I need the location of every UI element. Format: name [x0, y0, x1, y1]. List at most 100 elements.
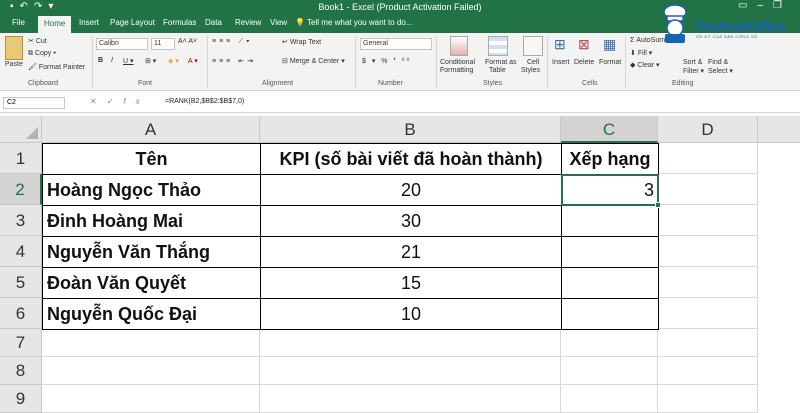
- cell-d3[interactable]: [658, 205, 758, 236]
- tab-insert[interactable]: Insert: [79, 18, 99, 27]
- cell-c7[interactable]: [561, 329, 658, 357]
- cell-d1[interactable]: [658, 143, 758, 174]
- tab-formulas[interactable]: Formulas: [163, 18, 196, 27]
- row-header-6[interactable]: 6: [0, 298, 42, 329]
- fill-button[interactable]: ⬇ Fill ▾: [630, 49, 652, 57]
- cell-c4[interactable]: [561, 236, 659, 268]
- find-select-button[interactable]: Find &: [708, 59, 728, 66]
- conditional-formatting-icon[interactable]: [450, 36, 468, 56]
- cell-d5[interactable]: [658, 267, 758, 298]
- cell-c9[interactable]: [561, 385, 658, 413]
- row-header-4[interactable]: 4: [0, 236, 42, 267]
- cell-a1[interactable]: Tên: [42, 143, 261, 175]
- tab-file[interactable]: File: [12, 18, 25, 27]
- paste-button[interactable]: Paste: [5, 61, 23, 68]
- sort-filter-button[interactable]: Sort &: [683, 59, 702, 66]
- insert-cells-button[interactable]: Insert: [552, 59, 570, 66]
- spreadsheet-grid[interactable]: A B C D 1 2 3 4 5 6 7 8 9 Tên KPI (số bà…: [0, 116, 800, 413]
- formula-bar-icons[interactable]: ✕✓fx: [90, 97, 150, 106]
- row-header-7[interactable]: 7: [0, 329, 42, 357]
- number-format-icons[interactable]: $ ▾ % ❜ ⁰⁰: [362, 57, 411, 65]
- vertical-align-icons[interactable]: ≡≡≡ ⟋▾: [212, 38, 253, 46]
- cell-c3[interactable]: [561, 205, 659, 237]
- cell-styles-icon[interactable]: [523, 36, 543, 56]
- copy-button[interactable]: ⧉ Copy ▾: [28, 50, 56, 58]
- cell-a5[interactable]: Đoàn Văn Quyết: [42, 267, 261, 299]
- number-format-select[interactable]: General: [360, 38, 432, 50]
- formula-input[interactable]: =RANK(B2,$B$2:$B$7,0): [165, 98, 244, 105]
- paste-icon[interactable]: [5, 36, 23, 60]
- cell-a7[interactable]: [42, 329, 260, 357]
- cell-b6[interactable]: 10: [260, 298, 562, 330]
- cell-b1[interactable]: KPI (số bài viết đã hoàn thành): [260, 143, 562, 175]
- row-header-2[interactable]: 2: [0, 174, 42, 205]
- cell-c8[interactable]: [561, 357, 658, 385]
- row-header-1[interactable]: 1: [0, 143, 42, 174]
- enter-icon[interactable]: ✓: [107, 97, 124, 106]
- column-header-b[interactable]: B: [260, 116, 561, 143]
- wrap-text-button[interactable]: ↵ Wrap Text: [282, 38, 321, 46]
- fx-icon[interactable]: fx: [123, 97, 149, 106]
- italic-button[interactable]: I: [111, 57, 113, 64]
- row-header-5[interactable]: 5: [0, 267, 42, 298]
- cell-a2[interactable]: Hoàng Ngọc Thảo: [42, 174, 261, 206]
- cell-d4[interactable]: [658, 236, 758, 267]
- cell-d2[interactable]: [658, 174, 758, 205]
- cell-a8[interactable]: [42, 357, 260, 385]
- fill-color-icon[interactable]: ◈ ▾: [168, 57, 179, 65]
- tab-data[interactable]: Data: [205, 18, 222, 27]
- format-painter-button[interactable]: 🖌 Format Painter: [28, 63, 85, 71]
- find-select-label-2[interactable]: Select ▾: [708, 67, 733, 75]
- tab-page-layout[interactable]: Page Layout: [110, 18, 155, 27]
- tab-home[interactable]: Home: [38, 16, 72, 33]
- column-header-a[interactable]: A: [42, 116, 260, 143]
- font-grow-shrink[interactable]: A˄ A˅: [178, 38, 197, 45]
- merge-center-button[interactable]: ⊟ Merge & Center ▾: [282, 57, 345, 65]
- cell-a9[interactable]: [42, 385, 260, 413]
- cell-a4[interactable]: Nguyễn Văn Thắng: [42, 236, 261, 268]
- cell-d9[interactable]: [658, 385, 758, 413]
- tab-view[interactable]: View: [270, 18, 287, 27]
- active-cell-selection[interactable]: [561, 174, 659, 206]
- format-as-table-icon[interactable]: [488, 36, 508, 56]
- cell-styles-label-2[interactable]: Styles: [521, 67, 540, 74]
- tell-me-search[interactable]: 💡 Tell me what you want to do...: [295, 18, 412, 27]
- cell-c5[interactable]: [561, 267, 659, 299]
- format-as-table-label-2[interactable]: Table: [489, 67, 506, 74]
- format-as-table-label[interactable]: Format as: [485, 59, 517, 66]
- column-header-c[interactable]: C: [561, 116, 658, 143]
- tab-review[interactable]: Review: [235, 18, 261, 27]
- font-size-select[interactable]: 11: [151, 38, 175, 50]
- fill-handle[interactable]: [655, 202, 661, 208]
- sort-filter-label-2[interactable]: Filter ▾: [683, 67, 704, 75]
- conditional-formatting-label[interactable]: Conditional: [440, 59, 475, 66]
- row-header-3[interactable]: 3: [0, 205, 42, 236]
- cell-d7[interactable]: [658, 329, 758, 357]
- cell-b5[interactable]: 15: [260, 267, 562, 299]
- cell-d6[interactable]: [658, 298, 758, 329]
- cell-a6[interactable]: Nguyễn Quốc Đại: [42, 298, 261, 330]
- cell-styles-label[interactable]: Cell: [527, 59, 539, 66]
- insert-cells-icon[interactable]: ⊞: [554, 36, 566, 53]
- cell-c6[interactable]: [561, 298, 659, 330]
- clear-button[interactable]: ◆ Clear ▾: [630, 61, 660, 69]
- horizontal-align-icons[interactable]: ≡≡≡ ⇤⇥: [212, 57, 256, 65]
- delete-cells-icon[interactable]: ⊠: [578, 36, 590, 53]
- format-cells-icon[interactable]: ▦: [603, 36, 616, 53]
- cut-button[interactable]: ✂ Cut: [28, 37, 47, 45]
- column-header-d[interactable]: D: [658, 116, 758, 143]
- borders-icon[interactable]: ⊞ ▾: [145, 57, 156, 65]
- name-box[interactable]: C2: [3, 97, 65, 109]
- row-header-8[interactable]: 8: [0, 357, 42, 385]
- underline-button[interactable]: U ▾: [123, 57, 134, 65]
- cell-c1[interactable]: Xếp hạng: [561, 143, 659, 175]
- cell-a3[interactable]: Đinh Hoàng Mai: [42, 205, 261, 237]
- row-header-9[interactable]: 9: [0, 385, 42, 413]
- format-cells-button[interactable]: Format: [599, 59, 621, 66]
- column-header-e[interactable]: [758, 116, 800, 143]
- cell-b2[interactable]: 20: [260, 174, 562, 206]
- cancel-icon[interactable]: ✕: [90, 97, 107, 106]
- cell-b8[interactable]: [260, 357, 561, 385]
- select-all-corner[interactable]: [0, 116, 42, 143]
- cell-b9[interactable]: [260, 385, 561, 413]
